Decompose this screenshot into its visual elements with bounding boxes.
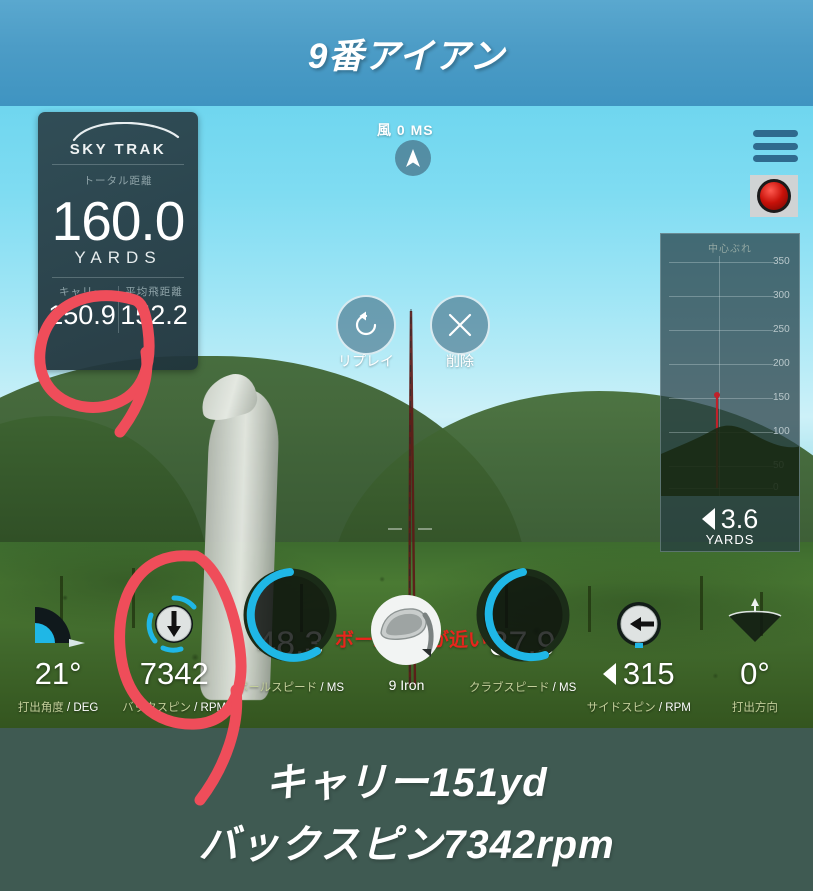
backspin-ball-icon — [116, 593, 232, 655]
dispersion-unit: YARDS — [705, 532, 755, 547]
divider — [52, 164, 184, 165]
dispersion-plot: 350 300 250 200 150 100 50 0 — [661, 256, 799, 496]
skytrak-distance-panel: SKY TRAK トータル距離 160.0 YARDS キャリー 150.9 平… — [38, 112, 198, 370]
stat-launch-direction[interactable]: 0° 打出方向 — [697, 589, 813, 728]
dispersion-title: 中心ぶれ — [708, 244, 752, 255]
label-unit: / RPM — [658, 702, 691, 714]
label-unit: / RPM — [194, 702, 227, 714]
dispersion-footer: 3.6 YARDS — [661, 504, 799, 547]
label-unit: / DEG — [67, 702, 99, 714]
label-jp: サイドスピン — [586, 702, 656, 714]
launch-angle-value: 21° — [34, 656, 82, 691]
hamburger-menu-icon[interactable] — [753, 130, 798, 162]
stat-club-speed[interactable]: 37.9 クラブスピード / MS — [465, 568, 581, 728]
label-jp: ボールスピード — [236, 682, 318, 694]
label-jp: クラブスピード — [468, 682, 550, 694]
average-label: 平均飛距離 — [125, 286, 183, 298]
record-dot-icon — [757, 179, 791, 213]
stat-launch-angle[interactable]: 21° 打出角度 / DEG — [0, 589, 116, 728]
delete-button[interactable] — [430, 295, 490, 355]
launch-direction-value: 0° — [740, 656, 770, 691]
total-distance-label: トータル距離 — [83, 175, 153, 187]
menu-bar — [753, 130, 798, 137]
carry-label: キャリー — [59, 286, 105, 298]
dispersion-horizon-silhouette — [661, 425, 799, 496]
caption-line-backspin: バックスピン7342rpm — [198, 822, 615, 867]
total-distance-value: 160.0 — [51, 190, 186, 252]
label-jp: 打出角度 — [17, 702, 64, 714]
page-title: 9番アイアン — [307, 36, 506, 76]
wind-label: 風 0 MS — [377, 122, 434, 138]
close-icon — [448, 313, 472, 337]
menu-bar — [753, 142, 798, 150]
replay-button[interactable] — [336, 295, 396, 355]
side-spin-value-row: 315 — [581, 657, 697, 691]
divider — [52, 277, 184, 278]
club-name: 9 Iron — [388, 677, 425, 693]
launch-angle-icon — [0, 593, 116, 655]
stat-backspin[interactable]: 7342 バックスピン / RPM — [116, 589, 232, 728]
menu-bar — [753, 155, 798, 162]
record-button[interactable] — [750, 175, 798, 217]
skytrak-logo: SKY TRAK — [46, 122, 190, 162]
sidespin-ball-icon — [581, 593, 697, 655]
skytrak-brand-text: SKY TRAK — [69, 141, 167, 158]
golf-simulator-screenshot: 9番アイアン ボール位置が近い SKY TRAK — [0, 0, 813, 891]
carry-average-row: キャリー 150.9 平均飛距離 152.2 — [46, 284, 190, 333]
carry-value: 150.9 — [48, 300, 116, 330]
label-jp: 打出方向 — [731, 702, 778, 714]
dispersion-direction-arrow-icon — [701, 508, 715, 530]
skytrak-swoosh-icon — [72, 122, 180, 142]
compass-arrow-icon — [406, 149, 420, 167]
side-spin-direction-arrow-icon — [602, 663, 616, 685]
label-unit: / MS — [320, 682, 345, 694]
average-value: 152.2 — [120, 300, 188, 330]
dispersion-chart-panel: 中心ぶれ 350 300 250 200 150 100 50 0 — [660, 233, 800, 552]
side-spin-value: 315 — [622, 656, 675, 691]
ball-speed-label: ボールスピード / MS — [232, 679, 348, 695]
launch-direction-label: 打出方向 — [697, 699, 813, 715]
stat-ball-speed[interactable]: 48.3 ボールスピード / MS — [232, 568, 348, 728]
backspin-label: バックスピン / RPM — [116, 699, 232, 715]
average-distance-block: 平均飛距離 152.2 — [118, 284, 190, 333]
stat-side-spin[interactable]: 315 サイドスピン / RPM — [581, 589, 697, 728]
backspin-value: 7342 — [139, 656, 209, 691]
caption-banner: キャリー151yd バックスピン7342rpm — [0, 728, 813, 891]
carry-distance-block: キャリー 150.9 — [46, 284, 118, 331]
golf-club-icon — [348, 593, 464, 667]
launch-angle-label: 打出角度 / DEG — [0, 699, 116, 715]
dispersion-value: 3.6 — [720, 504, 759, 534]
label-unit: / MS — [552, 682, 577, 694]
replay-button-label: リプレイ — [338, 353, 394, 369]
side-spin-label: サイドスピン / RPM — [581, 699, 697, 715]
replay-icon — [355, 311, 377, 336]
label-jp: バックスピン — [122, 702, 191, 714]
delete-button-label: 削除 — [446, 353, 474, 369]
wind-direction-icon[interactable] — [395, 140, 431, 176]
header-bar: 9番アイアン — [0, 0, 813, 106]
stats-bar: 21° 打出角度 / DEG 7342 バックスピン / RPM ボールスピード… — [0, 568, 813, 728]
caption-line-carry: キャリー151yd — [265, 760, 548, 805]
club-speed-label: クラブスピード / MS — [465, 679, 581, 695]
stat-club[interactable]: 9 Iron — [348, 589, 464, 728]
launch-direction-icon — [697, 593, 813, 655]
